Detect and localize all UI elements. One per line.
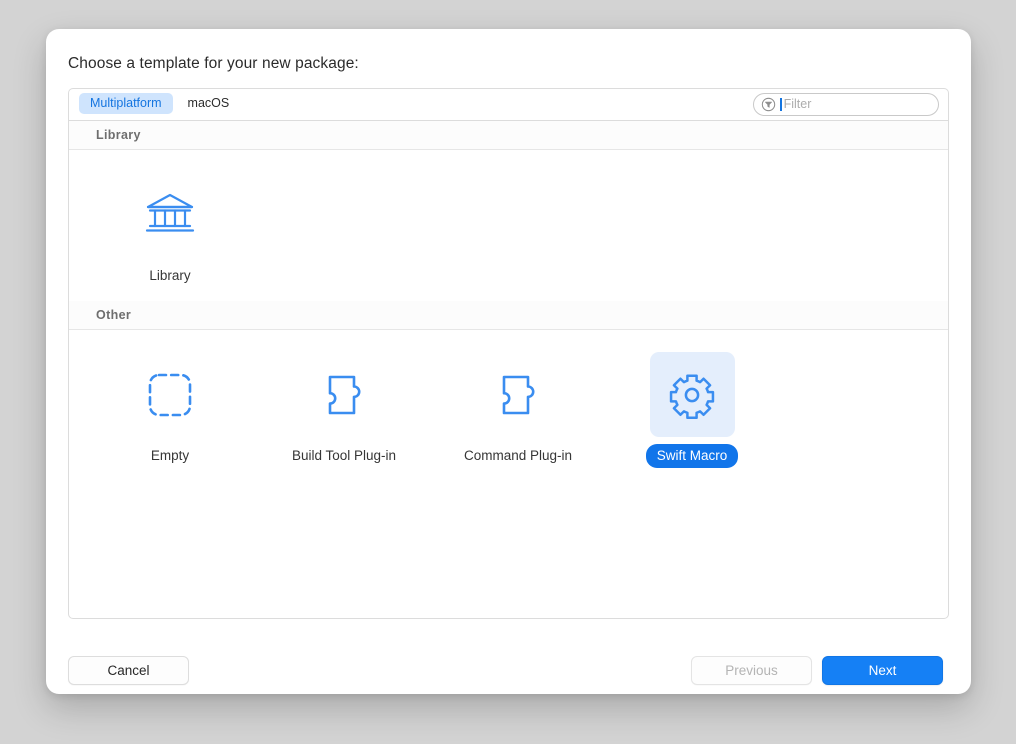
library-building-icon bbox=[145, 193, 195, 232]
section-header-label: Other bbox=[96, 308, 132, 322]
template-tile-command-plugin[interactable]: Command Plug-in bbox=[431, 352, 605, 468]
template-chooser-dialog: Choose a template for your new package: … bbox=[46, 29, 971, 694]
template-tile-empty[interactable]: Empty bbox=[83, 352, 257, 468]
tab-macos[interactable]: macOS bbox=[177, 93, 241, 114]
section-header-label: Library bbox=[96, 128, 141, 142]
puzzle-piece-icon bbox=[502, 375, 535, 414]
text-cursor bbox=[780, 98, 782, 111]
tile-icon-box bbox=[302, 352, 387, 437]
tile-label: Empty bbox=[150, 448, 190, 463]
section-body-other: Empty Build Tool Plug-in Command Plug-in… bbox=[69, 330, 948, 618]
section-header-library: Library bbox=[69, 121, 948, 150]
puzzle-piece-icon bbox=[328, 375, 361, 414]
template-list-panel: Library Library Other Empty Build Tool P… bbox=[68, 120, 949, 619]
next-button[interactable]: Next bbox=[822, 656, 943, 685]
dialog-footer: Cancel Previous Next bbox=[46, 641, 971, 694]
tab-multiplatform[interactable]: Multiplatform bbox=[79, 93, 173, 114]
tile-label: Library bbox=[149, 268, 191, 283]
toolbar: Multiplatform macOS Filter bbox=[68, 88, 949, 120]
section-header-other: Other bbox=[69, 301, 948, 330]
tile-icon-box bbox=[649, 352, 735, 437]
template-tile-build-tool-plugin[interactable]: Build Tool Plug-in bbox=[257, 352, 431, 468]
section-body-library: Library bbox=[69, 150, 948, 301]
filter-placeholder: Filter bbox=[783, 97, 812, 112]
template-tile-swift-macro[interactable]: Swift Macro bbox=[605, 352, 779, 468]
page-title: Choose a template for your new package: bbox=[68, 55, 359, 72]
gear-icon bbox=[669, 374, 715, 419]
tile-icon-box bbox=[128, 352, 213, 437]
previous-button[interactable]: Previous bbox=[691, 656, 812, 685]
tile-label: Command Plug-in bbox=[463, 448, 573, 463]
tile-label: Build Tool Plug-in bbox=[291, 448, 397, 463]
filter-icon bbox=[761, 97, 776, 112]
filter-input[interactable]: Filter bbox=[753, 93, 939, 116]
cancel-button[interactable]: Cancel bbox=[68, 656, 189, 685]
tile-icon-box bbox=[476, 352, 561, 437]
tile-icon-box bbox=[128, 172, 213, 257]
tile-label: Swift Macro bbox=[645, 444, 739, 468]
platform-tab-group: Multiplatform macOS bbox=[79, 93, 240, 114]
template-tile-library[interactable]: Library bbox=[83, 172, 257, 288]
dashed-square-icon bbox=[148, 373, 192, 416]
